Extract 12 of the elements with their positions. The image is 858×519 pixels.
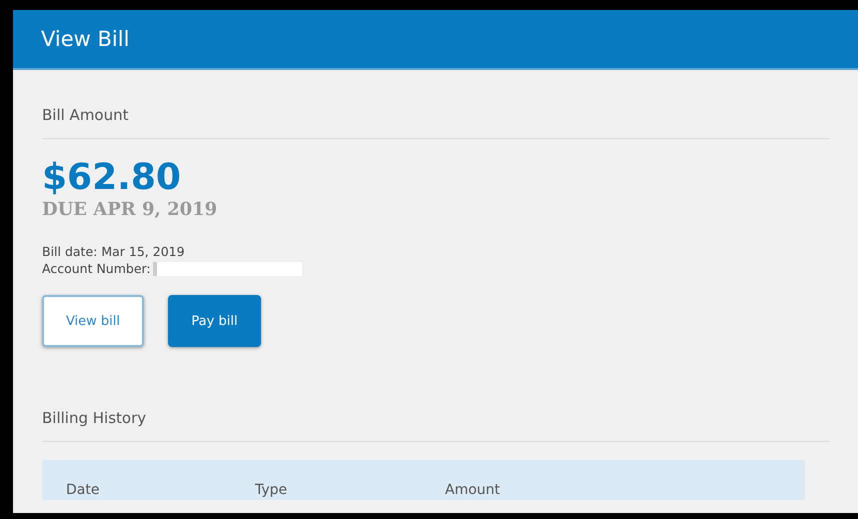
page-title: View Bill <box>41 27 130 51</box>
section-title: Billing History <box>42 409 830 442</box>
view-bill-button[interactable]: View bill <box>42 295 144 347</box>
column-header: Date <box>66 482 100 500</box>
bill-date: Bill date: Mar 15, 2019 <box>42 243 186 260</box>
column-header: Amount <box>445 482 502 500</box>
account-label: Account Number: <box>42 260 151 277</box>
pay-bill-button[interactable]: Pay bill <box>168 295 261 347</box>
due-date: DUE APR 9, 2019 <box>42 199 218 221</box>
column-header: Type <box>255 482 288 500</box>
bill-amount: $62.80 <box>42 157 182 199</box>
section-title: Bill Amount <box>42 106 830 139</box>
